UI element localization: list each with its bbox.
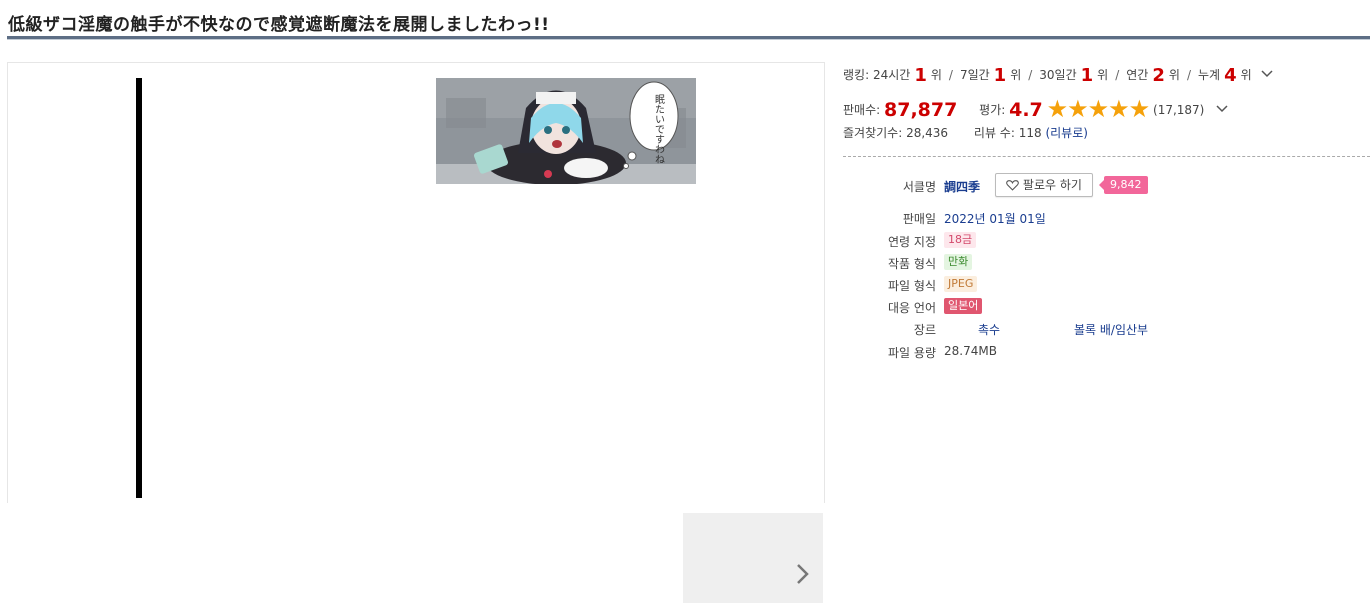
file-format-badge[interactable]: JPEG [944,276,978,292]
rank-value-year: 2 [1152,65,1165,86]
page-title: 低級ザコ淫魔の触手が不快なので感覚遮断魔法を展開しましたわっ!! [8,15,550,35]
rank-suffix: 위 [1097,68,1109,82]
rating-count: (17,187) [1153,103,1205,117]
ranking-label: 랭킹: [843,68,870,82]
genre-link[interactable]: 촉수 [978,321,1000,338]
rank-value-7d: 1 [993,65,1007,86]
sales-label: 판매수: [843,103,881,117]
rank-value-24h: 1 [914,65,927,86]
rank-value-total: 4 [1224,65,1237,86]
rank-period-24h: 24시간 [872,68,911,82]
rank-suffix: 위 [1240,68,1252,82]
favorites-row: 즐겨찾기수: 28,436 리뷰 수: 118 (리뷰로) [843,124,1088,141]
circle-name-link[interactable]: 調四季 [944,178,980,195]
image-viewer[interactable]: 眠たいですわね [7,62,825,503]
reviews-label: 리뷰 수: [973,126,1015,140]
chevron-right-icon [797,564,809,584]
rank-value-30d: 1 [1080,65,1094,86]
heart-icon [1006,180,1019,191]
language-badge[interactable]: 일본어 [944,298,983,314]
separator: / [948,68,953,82]
separator: / [1115,68,1120,82]
follow-label: 팔로우 하기 [1022,178,1082,192]
favorites-count: 28,436 [906,126,949,140]
age-rating-label: 연령 지정 [888,235,936,249]
rank-period-total: 누계 [1197,68,1221,82]
speech-bubble-text: 眠たいですわね [653,94,665,164]
file-size-value: 28.74MB [944,344,997,358]
next-image-button[interactable] [683,513,823,603]
section-divider [843,156,1370,157]
chevron-down-icon[interactable] [1261,69,1274,79]
file-size-label: 파일 용량 [888,346,936,360]
rating-label: 평가: [979,103,1006,117]
file-format-label: 파일 형식 [888,279,936,293]
star-rating-icon: ★★★★★ [1046,95,1151,123]
work-format-badge[interactable]: 만화 [944,254,973,270]
rating-value: 4.7 [1009,99,1043,121]
genre-label: 장르 [913,323,936,337]
rank-period-year: 연간 [1126,68,1149,82]
separator: / [1186,68,1191,82]
language-label: 대응 언어 [888,301,936,315]
sales-count: 87,877 [884,99,958,121]
follow-button[interactable]: 팔로우 하기 [995,173,1093,197]
age-rating-badge[interactable]: 18금 [944,232,977,248]
separator: / [1028,68,1033,82]
title-divider [7,36,1370,40]
circle-label: 서클명 [902,180,936,194]
genre-link[interactable]: 볼록 배/임산부 [1074,321,1148,338]
rank-suffix: 위 [1168,68,1180,82]
reviews-count: 118 [1018,126,1042,140]
sample-image[interactable]: 眠たいですわね [436,78,696,184]
viewer-edge-bar [136,78,142,498]
chevron-down-icon[interactable] [1216,104,1228,114]
reviews-link[interactable]: (리뷰로) [1045,126,1087,140]
release-date-link[interactable]: 2022년 01월 01일 [944,210,1046,227]
favorites-label: 즐겨찾기수: [843,126,903,140]
ranking-row: 랭킹: 24시간 1 위/7일간 1 위/30일간 1 위 / 연간 2 위 / 누계 4 위 [843,63,1274,86]
follower-count-badge: 9,842 [1099,176,1148,194]
release-date-label: 판매일 [902,212,936,226]
work-format-label: 작품 형식 [888,257,936,271]
sales-rating-row: 판매수: 87,877 평가: 4.7 ★★★★★ (17,187) [843,92,1228,123]
rank-suffix: 위 [1010,68,1022,82]
rank-suffix: 위 [930,68,942,82]
rank-period-30d: 30일간 [1039,68,1077,82]
rank-period-7d: 7일간 [959,68,990,82]
